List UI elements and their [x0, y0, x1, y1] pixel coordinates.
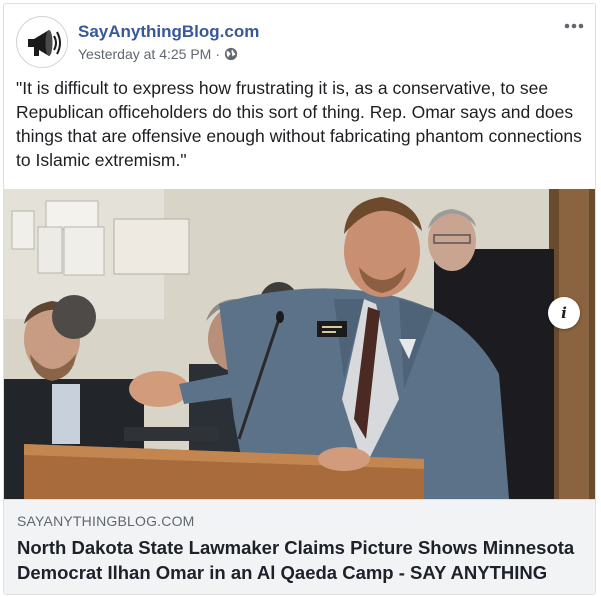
hearing-photo — [4, 189, 595, 499]
link-preview[interactable]: SAYANYTHINGBLOG.COM North Dakota State L… — [4, 499, 595, 594]
post-meta: Yesterday at 4:25 PM · — [78, 46, 238, 62]
meta-separator: · — [215, 46, 221, 62]
post-timestamp[interactable]: Yesterday at 4:25 PM — [78, 46, 211, 62]
page-avatar[interactable] — [16, 16, 68, 68]
info-button[interactable]: i — [548, 297, 580, 329]
post-photo[interactable] — [4, 189, 595, 499]
page-name-link[interactable]: SayAnythingBlog.com — [78, 22, 259, 42]
link-domain: SAYANYTHINGBLOG.COM — [17, 513, 195, 529]
more-options-button[interactable] — [560, 16, 588, 36]
globe-icon[interactable] — [224, 47, 238, 61]
post-text: "It is difficult to express how frustrat… — [16, 78, 582, 170]
megaphone-logo-icon — [18, 18, 67, 67]
facebook-post: SayAnythingBlog.com Yesterday at 4:25 PM… — [3, 3, 596, 595]
more-options-icon — [564, 23, 584, 29]
link-title[interactable]: North Dakota State Lawmaker Claims Pictu… — [17, 535, 582, 585]
post-header: SayAnythingBlog.com Yesterday at 4:25 PM… — [16, 16, 586, 68]
